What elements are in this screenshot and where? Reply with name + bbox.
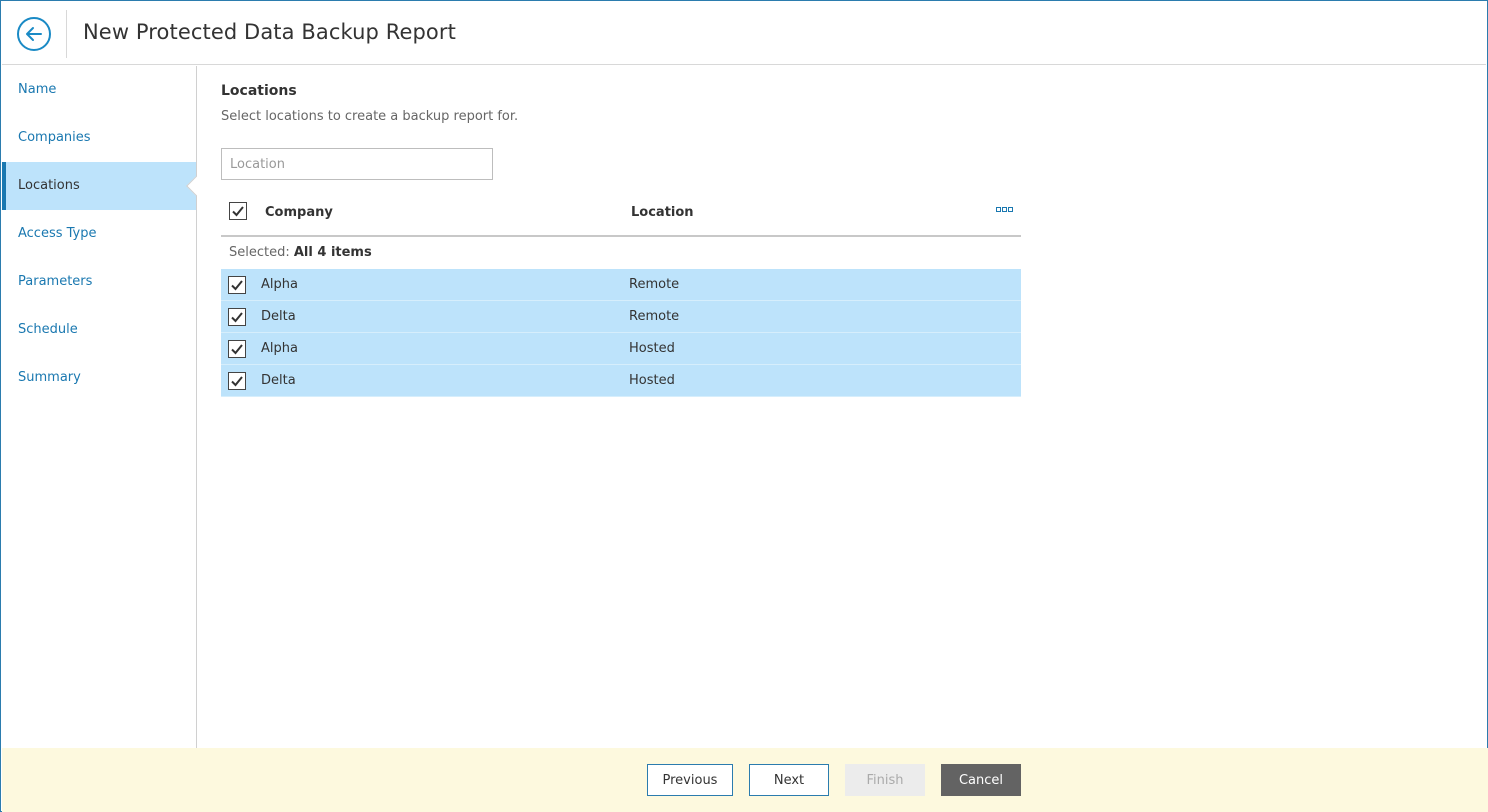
table-row[interactable]: Alpha Hosted <box>221 333 1021 365</box>
step-parameters[interactable]: Parameters <box>2 258 196 306</box>
previous-button[interactable]: Previous <box>647 764 733 796</box>
checkmark-icon <box>231 312 243 323</box>
wizard-header: New Protected Data Backup Report <box>2 2 1486 65</box>
step-companies[interactable]: Companies <box>2 114 196 162</box>
selection-summary: Selected: All 4 items <box>221 237 1021 269</box>
row-checkbox[interactable] <box>228 340 246 358</box>
cell-location: Hosted <box>629 373 675 388</box>
grid-header: Company Location <box>221 194 1021 237</box>
page-title: New Protected Data Backup Report <box>83 20 456 44</box>
selection-summary-label: Selected: <box>229 245 290 260</box>
cell-company: Alpha <box>261 341 298 356</box>
checkmark-icon <box>231 280 243 291</box>
select-all-checkbox[interactable] <box>229 202 247 220</box>
step-locations[interactable]: Locations <box>2 162 196 210</box>
table-row[interactable]: Delta Hosted <box>221 365 1021 397</box>
cell-company: Delta <box>261 309 296 324</box>
cancel-button[interactable]: Cancel <box>941 764 1021 796</box>
back-arrow-icon <box>26 27 42 41</box>
section-title: Locations <box>221 83 297 99</box>
column-header-company[interactable]: Company <box>265 205 333 220</box>
cell-company: Delta <box>261 373 296 388</box>
step-summary[interactable]: Summary <box>2 354 196 402</box>
step-access-type[interactable]: Access Type <box>2 210 196 258</box>
checkmark-icon <box>231 344 243 355</box>
step-schedule[interactable]: Schedule <box>2 306 196 354</box>
checkmark-icon <box>231 376 243 387</box>
wizard-steps-sidebar: Name Companies Locations Access Type Par… <box>2 66 197 748</box>
wizard-footer: Previous Next Finish Cancel <box>2 748 1488 812</box>
location-search-input[interactable] <box>221 148 493 180</box>
table-row[interactable]: Delta Remote <box>221 301 1021 333</box>
step-name[interactable]: Name <box>2 66 196 114</box>
checkmark-icon <box>232 206 244 217</box>
back-button[interactable] <box>17 17 51 51</box>
next-button[interactable]: Next <box>749 764 829 796</box>
row-checkbox[interactable] <box>228 372 246 390</box>
row-checkbox[interactable] <box>228 276 246 294</box>
cell-location: Remote <box>629 277 680 292</box>
row-checkbox[interactable] <box>228 308 246 326</box>
table-row[interactable]: Alpha Remote <box>221 269 1021 301</box>
header-divider <box>66 10 67 58</box>
cell-location: Hosted <box>629 341 675 356</box>
locations-grid: Company Location Selected: All 4 items A… <box>221 194 1021 397</box>
wizard-window: New Protected Data Backup Report Name Co… <box>0 0 1488 812</box>
section-description: Select locations to create a backup repo… <box>221 109 519 124</box>
finish-button: Finish <box>845 764 925 796</box>
selection-summary-value: All 4 items <box>293 245 372 260</box>
column-options-icon[interactable] <box>996 207 1014 215</box>
column-header-location[interactable]: Location <box>631 205 694 220</box>
cell-company: Alpha <box>261 277 298 292</box>
cell-location: Remote <box>629 309 680 324</box>
